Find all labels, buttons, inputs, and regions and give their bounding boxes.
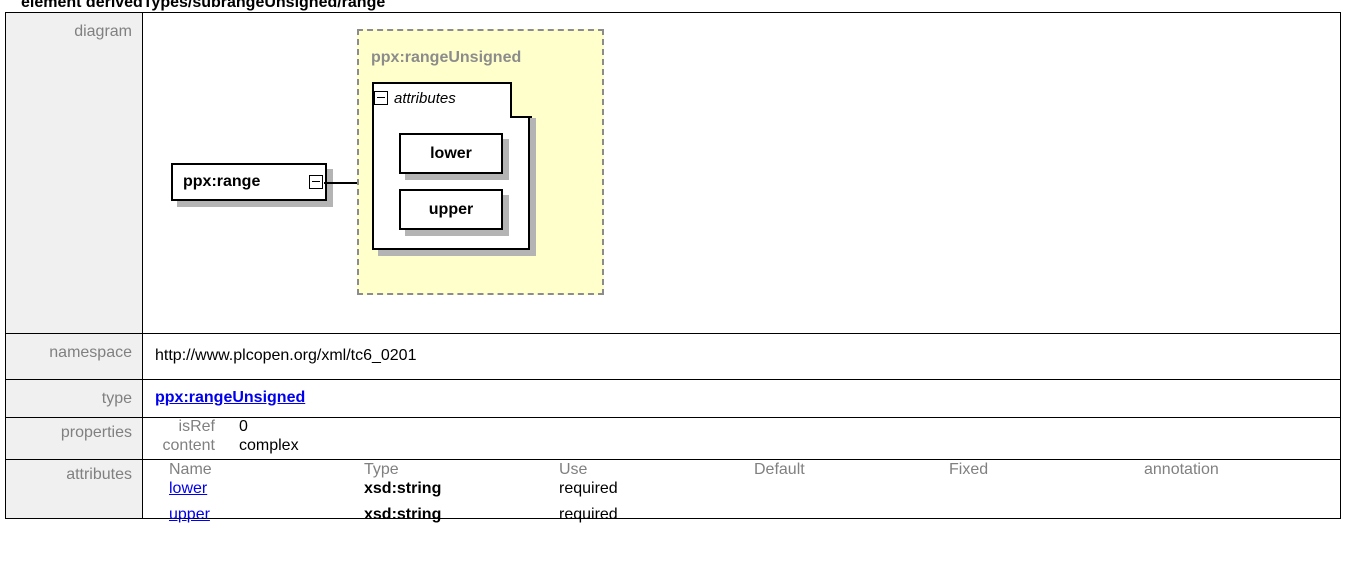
property-value: complex — [239, 437, 299, 454]
property-value: 0 — [239, 418, 248, 435]
type-label: type — [5, 379, 143, 418]
diagram-cell: ppx:range ppx:rangeUnsigned attributes l… — [142, 12, 1341, 334]
attribute-use: required — [559, 506, 618, 523]
namespace-row: namespace http://www.plcopen.org/xml/tc6… — [5, 333, 1341, 380]
properties-cell: isRef 0 content complex — [142, 417, 1341, 460]
attributes-table: Name Type Use Default Fixed annotation l… — [143, 460, 1340, 523]
diagram-row: diagram ppx:range ppx:rangeUnsigned attr… — [5, 12, 1341, 334]
attribute-node-upper[interactable]: upper — [399, 189, 503, 230]
schema-diagram: ppx:range ppx:rangeUnsigned attributes l… — [143, 13, 1340, 333]
attributes-header-type: Type — [364, 461, 399, 478]
element-node-label: ppx:range — [183, 173, 261, 190]
type-link[interactable]: ppx:rangeUnsigned — [155, 389, 305, 406]
properties-row: properties isRef 0 content complex — [5, 417, 1341, 460]
namespace-value: http://www.plcopen.org/xml/tc6_0201 — [155, 347, 417, 364]
attribute-type: xsd:string — [364, 506, 442, 523]
property-key: isRef — [178, 418, 215, 435]
page-heading: element derivedTypes/subrangeUnsigned/ra… — [21, 0, 386, 11]
attribute-link-lower[interactable]: lower — [169, 480, 207, 498]
attribute-link-upper[interactable]: upper — [169, 506, 210, 524]
properties-label: properties — [5, 417, 143, 460]
properties-list: isRef 0 content complex — [143, 418, 1340, 458]
complex-type-title: ppx:rangeUnsigned — [371, 49, 522, 66]
attributes-header-name: Name — [169, 461, 212, 478]
attributes-tab-edge — [510, 82, 512, 118]
attributes-header-fixed: Fixed — [949, 461, 989, 478]
documentation-table: diagram ppx:range ppx:rangeUnsigned attr… — [5, 12, 1341, 523]
attributes-label: attributes — [5, 459, 143, 519]
attributes-header-use: Use — [559, 461, 588, 478]
attributes-tab-notch — [512, 80, 536, 118]
attributes-cell: Name Type Use Default Fixed annotation l… — [142, 459, 1341, 523]
collapse-element-icon[interactable] — [309, 175, 323, 189]
collapse-attributes-icon[interactable] — [374, 91, 388, 105]
complex-type-group: ppx:rangeUnsigned attributes lower upper — [357, 29, 604, 295]
attributes-tab-edge-bottom — [512, 116, 532, 118]
attributes-row: attributes Name Type Use Default Fixed a… — [5, 459, 1341, 523]
attributes-header-default: Default — [754, 461, 805, 478]
attributes-group-label: attributes — [394, 90, 456, 107]
attributes-header-annotation: annotation — [1144, 461, 1219, 478]
element-node-ppx-range[interactable]: ppx:range — [171, 163, 327, 201]
diagram-label: diagram — [5, 12, 143, 334]
namespace-label: namespace — [5, 333, 143, 380]
type-cell: ppx:rangeUnsigned — [142, 379, 1341, 418]
type-row: type ppx:rangeUnsigned — [5, 379, 1341, 418]
attribute-use: required — [559, 480, 618, 497]
attribute-node-lower[interactable]: lower — [399, 133, 503, 174]
namespace-cell: http://www.plcopen.org/xml/tc6_0201 — [142, 333, 1341, 380]
attribute-type: xsd:string — [364, 480, 442, 497]
property-key: content — [162, 437, 215, 454]
